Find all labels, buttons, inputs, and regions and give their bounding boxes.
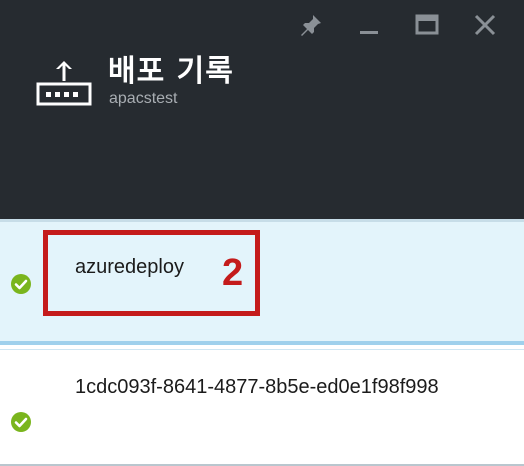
deployment-row[interactable]: 1cdc093f-8641-4877-8b5e-ed0e1f98f998 — [0, 349, 524, 466]
pin-button[interactable] — [282, 10, 340, 40]
check-circle-icon — [11, 412, 31, 432]
blade-header: 배포 기록 apacstest — [0, 0, 524, 219]
minimize-icon — [360, 31, 378, 34]
deployment-history-blade: 배포 기록 apacstest azuredeploy 2 1cdc093f-8… — [0, 0, 524, 466]
blade-subtitle: apacstest — [109, 90, 178, 107]
close-icon — [474, 14, 496, 36]
maximize-icon — [415, 14, 439, 35]
deployment-row-selected[interactable]: azuredeploy 2 — [0, 219, 524, 345]
deployment-upload-icon — [36, 61, 92, 106]
close-button[interactable] — [456, 10, 514, 40]
maximize-button[interactable] — [398, 10, 456, 40]
minimize-button[interactable] — [340, 10, 398, 40]
blade-title: 배포 기록 — [108, 54, 234, 89]
deployment-list: azuredeploy 2 1cdc093f-8641-4877-8b5e-ed… — [0, 219, 524, 466]
annotation-number: 2 — [222, 252, 244, 294]
pin-icon — [301, 15, 321, 36]
window-controls — [282, 10, 514, 40]
check-circle-icon — [11, 274, 31, 294]
deployment-name: 1cdc093f-8641-4877-8b5e-ed0e1f98f998 — [75, 376, 439, 398]
